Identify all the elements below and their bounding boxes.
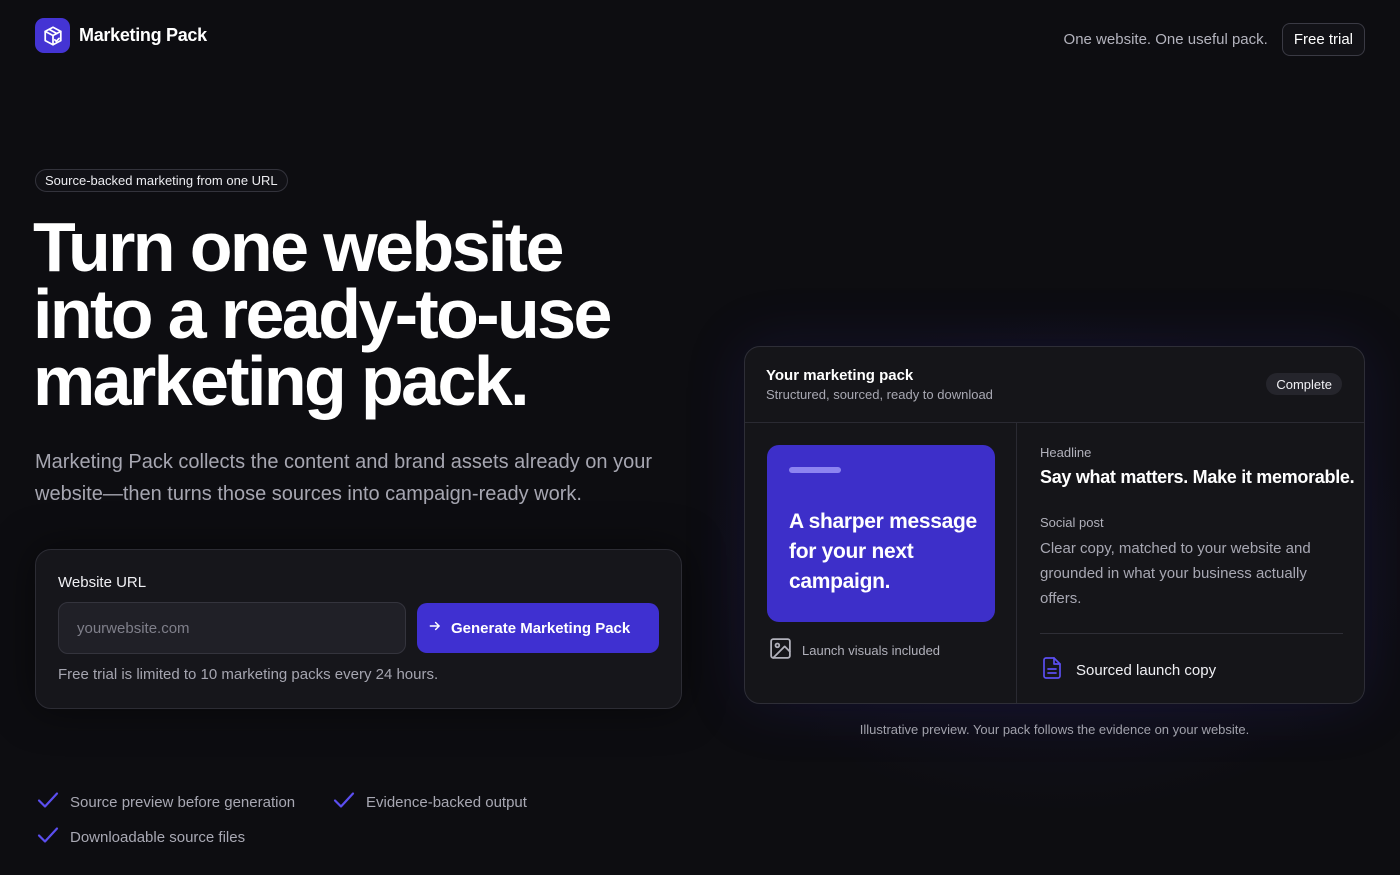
free-trial-button[interactable]: Free trial <box>1281 23 1365 56</box>
hero-title-line: Turn one website <box>33 208 564 286</box>
arrow-right-icon <box>428 619 442 637</box>
check-icon <box>36 824 60 850</box>
generate-button-label: Generate Marketing Pack <box>451 619 631 637</box>
image-icon <box>768 636 793 664</box>
feature-item: Downloadable source files <box>36 824 245 850</box>
generate-marketing-pack-button[interactable]: Generate Marketing Pack <box>417 603 659 653</box>
preview-subtitle: Structured, sourced, ready to download <box>766 387 993 402</box>
hero-subtitle: Marketing Pack collects the content and … <box>35 451 653 505</box>
hero-title-line: marketing pack. <box>33 342 530 420</box>
url-label: Website URL <box>58 574 147 591</box>
feature-label: Source preview before generation <box>70 793 296 811</box>
tagline: One website. One useful pack. <box>1063 31 1268 48</box>
sourced-copy-item: Sourced launch copy <box>1040 655 1216 685</box>
status-badge: Complete <box>1266 373 1342 395</box>
preview-visual-panel: A sharper message for your next campaign… <box>745 423 1017 703</box>
url-form-card: Website URL Generate Marketing Pack Free… <box>35 549 682 709</box>
trial-limit-note: Free trial is limited to 10 marketing pa… <box>58 666 439 683</box>
social-post-text: Clear copy, matched to your website and … <box>1040 540 1311 607</box>
feature-item: Evidence-backed output <box>332 789 527 815</box>
campaign-visual: A sharper message for your next campaign… <box>767 445 995 622</box>
headline-text: Say what matters. Make it memorable. <box>1040 467 1355 487</box>
social-post-label: Social post <box>1040 515 1104 530</box>
hero-title: Turn one website into a ready-to-use mar… <box>33 208 693 420</box>
hero-pill: Source-backed marketing from one URL <box>35 169 288 192</box>
website-url-input[interactable] <box>58 602 406 654</box>
feature-label: Evidence-backed output <box>366 793 527 811</box>
preview-copy-panel: Headline Say what matters. Make it memor… <box>1018 423 1364 703</box>
feature-item: Source preview before generation <box>36 789 295 815</box>
preview-disclaimer: Illustrative preview. Your pack follows … <box>859 722 1250 737</box>
preview-header: Your marketing pack Structured, sourced,… <box>745 347 1364 423</box>
preview-title: Your marketing pack <box>766 367 914 384</box>
document-icon <box>1040 655 1064 685</box>
header: Marketing Pack One website. One useful p… <box>0 0 1400 76</box>
headline-label: Headline <box>1040 445 1092 460</box>
marketing-pack-preview-card: Your marketing pack Structured, sourced,… <box>744 346 1365 704</box>
feature-label: Downloadable source files <box>70 828 246 846</box>
hero-title-line: into a ready-to-use <box>33 275 612 353</box>
visual-accent-bar <box>789 467 841 473</box>
divider <box>1040 633 1343 634</box>
package-check-icon <box>35 18 70 53</box>
header-actions: One website. One useful pack. Free trial <box>1064 23 1365 56</box>
brand-name: Marketing Pack <box>79 25 207 45</box>
check-icon <box>332 789 356 815</box>
visual-message: A sharper message for your next campaign… <box>789 510 977 593</box>
visual-caption: Launch visuals included <box>768 636 940 664</box>
visual-caption-text: Launch visuals included <box>802 642 941 658</box>
check-icon <box>36 789 60 815</box>
brand[interactable]: Marketing Pack <box>35 18 207 53</box>
sourced-copy-label: Sourced launch copy <box>1076 661 1217 679</box>
